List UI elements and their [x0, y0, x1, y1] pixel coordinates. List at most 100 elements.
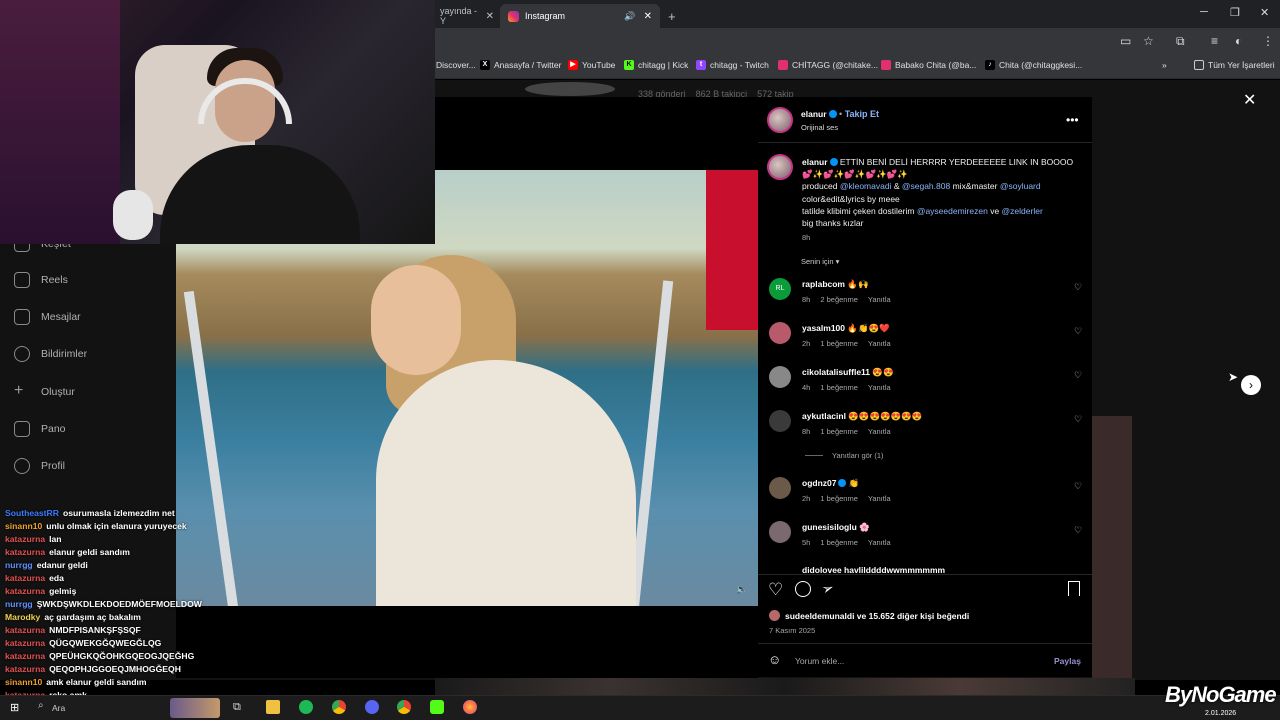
nav-reels[interactable]: Reels	[14, 272, 68, 288]
kick-app-icon[interactable]	[430, 700, 444, 714]
chat-username[interactable]: katazurna	[5, 664, 45, 674]
post-comment-button[interactable]: Paylaş	[1054, 656, 1081, 666]
audio-icon[interactable]: 🔈	[736, 584, 747, 595]
like-comment-icon[interactable]: ♡	[1074, 326, 1082, 337]
chat-username[interactable]: katazurna	[5, 651, 45, 661]
comment-icon[interactable]	[795, 581, 811, 597]
chat-username[interactable]: katazurna	[5, 534, 45, 544]
bookmark-youtube[interactable]: ▶ YouTube	[568, 60, 615, 70]
avatar[interactable]: RL	[769, 278, 791, 300]
plus-icon: +	[14, 382, 24, 399]
bookmark-twitch[interactable]: t chitagg - Twitch	[696, 60, 769, 70]
star-icon[interactable]: ☆	[1143, 34, 1154, 48]
view-replies-button[interactable]: Yanıtları gör (1)	[832, 451, 884, 460]
profile-icon[interactable]: ◐	[1235, 34, 1242, 48]
like-comment-icon[interactable]: ♡	[1074, 414, 1082, 425]
tab-search-icon[interactable]: ≡	[1211, 34, 1218, 48]
discord-icon[interactable]	[365, 700, 379, 714]
mention-link[interactable]: @kleomavadi	[840, 181, 892, 191]
chat-username[interactable]: sinann10	[5, 677, 42, 687]
audio-label[interactable]: Orijinal ses	[801, 123, 838, 132]
chrome-icon[interactable]	[397, 700, 411, 714]
bookmark-discover[interactable]: Discover...	[436, 60, 476, 70]
caption-time: 8h	[802, 233, 811, 243]
avatar[interactable]	[767, 107, 793, 133]
mention-link[interactable]: @segah.808	[902, 181, 950, 191]
chat-username[interactable]: nurrgg	[5, 599, 33, 609]
firefox-icon[interactable]	[463, 700, 477, 714]
mention-link[interactable]: @zelderler	[1002, 206, 1043, 216]
tab-instagram[interactable]: Instagram 🔊 ✕	[500, 4, 660, 28]
cast-icon[interactable]: ▭	[1120, 34, 1131, 48]
bookmark-twitter[interactable]: X Anasayfa / Twitter	[480, 60, 561, 70]
nav-profile[interactable]: Profil	[14, 458, 65, 474]
menu-icon[interactable]: ⋮	[1262, 34, 1274, 48]
chat-username[interactable]: sinann10	[5, 521, 42, 531]
like-comment-icon[interactable]: ♡	[1074, 282, 1082, 293]
tab-stream[interactable]: yayında - Y ✕	[432, 4, 502, 28]
bookmark-instagram-1[interactable]: CHİTAGG (@chitake...	[778, 60, 878, 70]
divider	[805, 455, 823, 456]
chat-username[interactable]: katazurna	[5, 638, 45, 648]
emoji-icon[interactable]: ☺	[768, 652, 781, 667]
bookmark-kick[interactable]: Kchitagg | Kick	[624, 60, 688, 70]
avatar[interactable]	[769, 477, 791, 499]
minimize-icon[interactable]: ─	[1200, 6, 1208, 18]
bookmark-tiktok[interactable]: ♪ Chita (@chitaggkesi...	[985, 60, 1082, 70]
new-tab-button[interactable]: +	[660, 4, 684, 28]
comment-item: yasalm100 🔥👏😍❤️ 2h 1 beğenme Yanıtla	[802, 323, 891, 348]
window-close-icon[interactable]: ✕	[1260, 6, 1269, 19]
nav-dashboard[interactable]: Pano	[14, 421, 66, 437]
like-comment-icon[interactable]: ♡	[1074, 370, 1082, 381]
file-explorer-icon[interactable]	[266, 700, 280, 714]
save-icon[interactable]	[1068, 581, 1080, 596]
extensions-icon[interactable]: ⧉	[1176, 34, 1185, 49]
chat-username[interactable]: Marodky	[5, 612, 40, 622]
search-icon[interactable]: ⌕	[38, 700, 44, 711]
like-comment-icon[interactable]: ♡	[1074, 525, 1082, 536]
bookmark-instagram-2[interactable]: Babako Chita (@ba...	[881, 60, 976, 70]
follow-button[interactable]: Takip Et	[845, 109, 879, 119]
comment-filter-dropdown[interactable]: Senin için ▾	[801, 257, 839, 266]
comment-input[interactable]: Yorum ekle...	[795, 656, 844, 666]
avatar[interactable]	[769, 410, 791, 432]
post-username[interactable]: elanur	[801, 109, 827, 119]
chat-username[interactable]: katazurna	[5, 586, 45, 596]
nav-messages[interactable]: Mesajlar	[14, 309, 81, 325]
reels-icon	[14, 272, 30, 288]
restore-icon[interactable]: ❐	[1230, 6, 1240, 19]
close-icon[interactable]: ✕	[644, 11, 652, 22]
like-icon[interactable]: ♡	[768, 580, 783, 600]
chat-username[interactable]: katazurna	[5, 625, 45, 635]
chat-username[interactable]: katazurna	[5, 547, 45, 557]
chat-message: katazurna gelmiş	[5, 586, 76, 596]
more-options-icon[interactable]: •••	[1066, 113, 1079, 127]
chat-text: unlu olmak için elanura yuruyecek	[46, 521, 187, 531]
avatar[interactable]	[767, 154, 793, 180]
spotify-icon[interactable]	[299, 700, 313, 714]
chat-username[interactable]: katazurna	[5, 573, 45, 583]
speaker-icon[interactable]: 🔊	[624, 11, 635, 22]
more-bookmarks-icon[interactable]: »	[1162, 60, 1167, 70]
all-bookmarks[interactable]: Tüm Yer İşaretleri	[1194, 60, 1275, 70]
like-comment-icon[interactable]: ♡	[1074, 481, 1082, 492]
windows-start-icon[interactable]: ⊞	[10, 701, 19, 714]
avatar[interactable]	[769, 521, 791, 543]
chrome-icon[interactable]	[332, 700, 346, 714]
next-post-button[interactable]: ›	[1241, 375, 1261, 395]
taskbar-search[interactable]: Ara	[52, 703, 65, 713]
mention-link[interactable]: @ayseedemirezen	[917, 206, 988, 216]
likes-summary[interactable]: sudeeldemunaldi ve 15.652 diğer kişi beğ…	[785, 611, 969, 621]
nav-create[interactable]: + Oluştur	[14, 382, 75, 400]
chat-username[interactable]: SoutheastRR	[5, 508, 59, 518]
nav-notifications[interactable]: Bildirimler	[14, 346, 87, 362]
close-modal-icon[interactable]: ✕	[1243, 90, 1256, 110]
mention-link[interactable]: @soyluard	[1000, 181, 1041, 191]
task-view-icon[interactable]: ⧉	[233, 701, 241, 714]
avatar[interactable]	[769, 322, 791, 344]
close-icon[interactable]: ✕	[486, 11, 494, 22]
microphone	[113, 190, 153, 240]
post-date: 7 Kasım 2025	[769, 626, 816, 635]
chat-username[interactable]: nurrgg	[5, 560, 33, 570]
avatar[interactable]	[769, 366, 791, 388]
